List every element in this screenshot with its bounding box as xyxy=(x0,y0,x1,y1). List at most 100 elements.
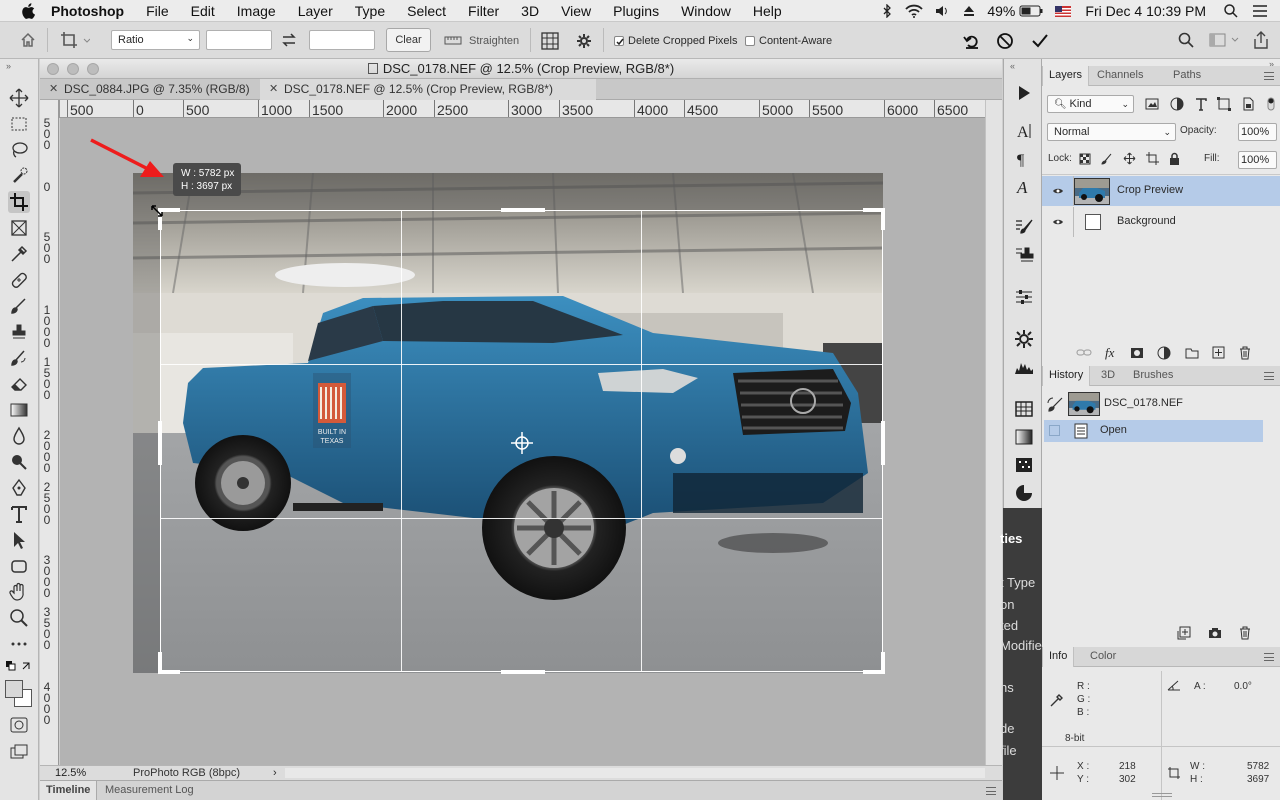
collapse-dock-icon[interactable]: « xyxy=(1010,61,1015,71)
tab-channels[interactable]: Channels xyxy=(1091,66,1149,86)
brush-settings-icon[interactable] xyxy=(1014,217,1034,237)
reset-icon[interactable] xyxy=(963,32,981,50)
clone-stamp-tool-icon[interactable] xyxy=(8,321,30,343)
history-brush-tool-icon[interactable] xyxy=(8,347,30,369)
share-icon[interactable] xyxy=(1254,31,1268,49)
menu-edit[interactable]: Edit xyxy=(191,3,215,19)
layer-row-crop-preview[interactable]: Crop Preview xyxy=(1042,176,1280,206)
grid-overlay-icon[interactable] xyxy=(541,32,559,50)
horizontal-ruler[interactable]: 500 0 500 1000 1500 2000 2500 3000 3500 4000 4500 5… xyxy=(60,100,985,118)
menu-3d[interactable]: 3D xyxy=(521,3,539,19)
tab-dsc0884[interactable]: ✕DSC_0884.JPG @ 7.35% (RGB/8) * xyxy=(40,79,256,117)
settings-gear-icon[interactable] xyxy=(576,33,592,49)
zoom-level[interactable]: 12.5% xyxy=(55,766,86,780)
color-profile[interactable]: ProPhoto RGB (8bpc) xyxy=(133,766,240,780)
tab-brushes[interactable]: Brushes xyxy=(1127,366,1179,386)
type-tool-icon[interactable] xyxy=(8,503,30,525)
gradients-icon[interactable] xyxy=(1014,427,1034,447)
layer-kind-filter[interactable]: 🔍︎ Kind ⌄ xyxy=(1047,95,1134,113)
crop-tool-icon[interactable] xyxy=(8,191,30,213)
new-document-from-state-icon[interactable] xyxy=(1177,626,1191,640)
menu-layer[interactable]: Layer xyxy=(298,3,333,19)
crop-center-target-icon[interactable] xyxy=(511,432,533,454)
history-brush-source-icon[interactable] xyxy=(1047,397,1063,413)
delete-cropped-checkbox[interactable] xyxy=(614,36,624,46)
filter-pixel-icon[interactable] xyxy=(1145,97,1159,111)
quick-mask-icon[interactable] xyxy=(10,717,28,733)
clock-text[interactable]: Fri Dec 4 10:39 PM xyxy=(1085,3,1206,19)
menu-image[interactable]: Image xyxy=(237,3,276,19)
new-layer-icon[interactable] xyxy=(1212,346,1225,359)
search-icon[interactable] xyxy=(1178,32,1194,48)
filter-adjustment-icon[interactable] xyxy=(1170,97,1184,111)
wifi-icon[interactable] xyxy=(905,4,924,18)
volume-icon[interactable] xyxy=(935,5,949,17)
actions-play-icon[interactable] xyxy=(1014,83,1034,103)
delete-layer-icon[interactable] xyxy=(1239,346,1251,360)
clone-source-icon[interactable] xyxy=(1014,245,1034,265)
path-select-tool-icon[interactable] xyxy=(8,529,30,551)
vertical-ruler[interactable]: 500 0 500 1000 1500 2000 2500 3000 3500 4000 xyxy=(40,100,59,765)
paragraph-panel-icon[interactable]: ¶ xyxy=(1014,149,1034,169)
default-colors-icon[interactable] xyxy=(5,660,33,674)
layers-panel-menu-icon[interactable] xyxy=(1264,72,1274,80)
new-group-icon[interactable] xyxy=(1185,347,1199,359)
blur-tool-icon[interactable] xyxy=(8,425,30,447)
layer-thumbnail[interactable] xyxy=(1074,178,1110,205)
fx-icon[interactable]: fx xyxy=(1105,345,1114,361)
panel-menu-icon[interactable] xyxy=(986,787,996,795)
menu-filter[interactable]: Filter xyxy=(468,3,499,19)
content-aware-checkbox[interactable] xyxy=(745,36,755,46)
notification-center-icon[interactable] xyxy=(1252,5,1268,17)
add-mask-icon[interactable] xyxy=(1130,347,1144,359)
eyedropper-tool-icon[interactable] xyxy=(8,243,30,265)
crop-handle-bottom[interactable] xyxy=(501,670,545,674)
tab-dsc0178[interactable]: ✕ DSC_0178.NEF @ 12.5% (Crop Preview, RGB… xyxy=(260,79,596,100)
collapse-toolbar-icon[interactable]: » xyxy=(6,61,11,71)
info-panel-menu-icon[interactable] xyxy=(1264,653,1274,661)
tab-color[interactable]: Color xyxy=(1084,647,1122,667)
pen-tool-icon[interactable] xyxy=(8,477,30,499)
quick-select-tool-icon[interactable] xyxy=(8,165,30,187)
apple-icon[interactable] xyxy=(21,2,35,19)
zoom-tool-icon[interactable] xyxy=(8,607,30,629)
filter-smart-object-icon[interactable] xyxy=(1241,97,1255,111)
close-tab-icon[interactable]: ✕ xyxy=(49,79,58,100)
tab-3d[interactable]: 3D xyxy=(1095,366,1121,386)
crop-width-input[interactable] xyxy=(206,30,272,50)
link-layers-icon[interactable] xyxy=(1076,347,1092,359)
lock-pixels-icon[interactable] xyxy=(1101,153,1113,165)
status-scroll-track[interactable] xyxy=(285,768,985,778)
swap-icon[interactable] xyxy=(281,32,297,48)
menu-window[interactable]: Window xyxy=(681,3,731,19)
close-tab-icon[interactable]: ✕ xyxy=(269,79,278,100)
snapshot-camera-icon[interactable] xyxy=(1208,627,1222,639)
gradient-tool-icon[interactable] xyxy=(8,399,30,421)
menu-type[interactable]: Type xyxy=(355,3,385,19)
foreground-color-swatch[interactable] xyxy=(5,680,23,698)
layer-name[interactable]: Crop Preview xyxy=(1117,184,1183,196)
history-state-checkbox[interactable] xyxy=(1049,425,1060,436)
tab-layers[interactable]: Layers xyxy=(1042,66,1090,86)
healing-brush-tool-icon[interactable] xyxy=(8,269,30,291)
shapes-panel-icon[interactable] xyxy=(1014,483,1034,503)
glyphs-panel-icon[interactable]: A xyxy=(1014,177,1034,197)
panel-resize-grip[interactable] xyxy=(1152,793,1172,797)
eye-visibility-icon[interactable] xyxy=(1052,218,1064,226)
lock-all-icon[interactable] xyxy=(1169,152,1180,165)
filter-toggle-icon[interactable] xyxy=(1266,97,1276,111)
menu-select[interactable]: Select xyxy=(407,3,446,19)
vertical-scrollbar[interactable] xyxy=(985,100,1002,765)
blend-mode-select[interactable]: Normal ⌄ xyxy=(1047,123,1176,141)
shape-tool-icon[interactable] xyxy=(8,555,30,577)
layer-thumbnail[interactable] xyxy=(1085,214,1101,230)
lock-transparent-icon[interactable] xyxy=(1079,153,1091,165)
history-snapshot-row[interactable]: DSC_0178.NEF xyxy=(1042,389,1280,419)
new-adjustment-icon[interactable] xyxy=(1157,346,1171,360)
lasso-tool-icon[interactable] xyxy=(8,139,30,161)
ratio-select[interactable]: Ratio ⌄ xyxy=(111,30,200,50)
crop-handle-left[interactable] xyxy=(158,421,162,465)
crop-box[interactable] xyxy=(158,208,885,674)
lock-position-icon[interactable] xyxy=(1123,152,1136,165)
lock-artboard-icon[interactable] xyxy=(1146,152,1159,165)
